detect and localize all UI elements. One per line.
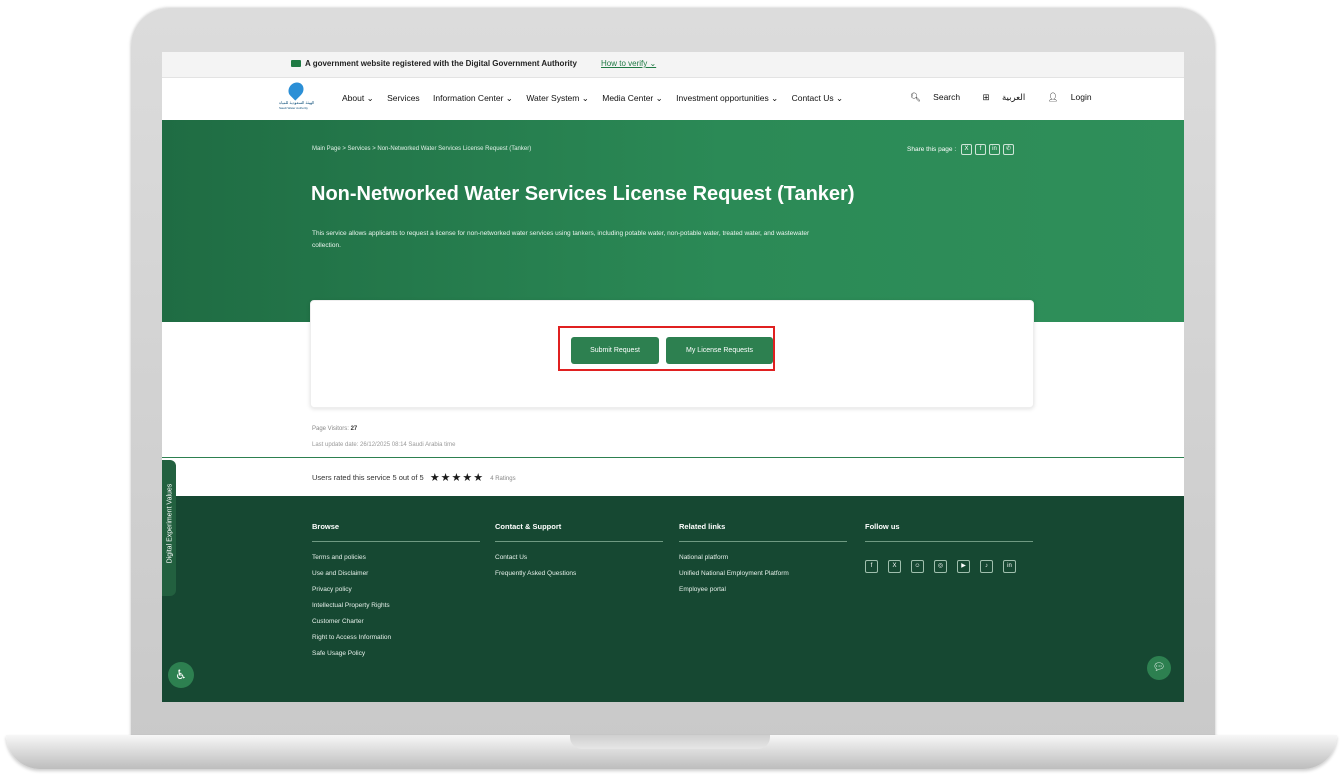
my-license-requests-button[interactable]: My License Requests — [666, 337, 773, 364]
footer-link-privacy[interactable]: Privacy policy — [312, 586, 480, 593]
share-bar: Share this page : Xf in ✆ — [907, 144, 1014, 155]
share-label: Share this page : — [907, 146, 957, 154]
nav-water-system[interactable]: Water System ⌄ — [526, 93, 589, 103]
page-visitors-value: 27 — [350, 426, 358, 432]
water-drop-icon — [285, 79, 307, 101]
nav-information-center[interactable]: Information Center ⌄ — [433, 93, 513, 103]
how-to-verify-link[interactable]: How to verify ⌄ — [601, 59, 656, 68]
actions-card: Submit Request My License Requests — [310, 300, 1034, 408]
footer-link-ip-rights[interactable]: Intellectual Property Rights — [312, 602, 480, 609]
section-divider — [162, 457, 1184, 458]
footer-related: Related links National platform Unified … — [679, 522, 847, 593]
side-tab-label: Digital Experiment Values — [166, 483, 174, 564]
search-label: Search — [933, 92, 961, 102]
main-nav: About ⌄ Services Information Center ⌄ Wa… — [342, 93, 854, 104]
facebook-icon[interactable]: f — [974, 144, 986, 155]
login-label: Login — [1070, 92, 1092, 102]
breadcrumb[interactable]: Main Page > Services > Non-Networked Wat… — [312, 146, 531, 152]
footer-contact-title: Contact & Support — [495, 522, 663, 542]
whatsapp-icon[interactable]: ✆ — [1002, 144, 1014, 155]
footer-link-disclaimer[interactable]: Use and Disclaimer — [312, 570, 480, 577]
chat-icon[interactable]: 💬︎ — [1147, 656, 1171, 680]
page-visitors: Page Visitors: 27 — [312, 426, 357, 432]
site-header: الهيئة السعودية للمياه Saudi Water Autho… — [162, 78, 1184, 120]
search-button[interactable]: 🔍︎ Search — [910, 92, 970, 102]
footer-link-right-to-access[interactable]: Right to Access Information — [312, 634, 480, 641]
user-icon: 👤︎ — [1047, 92, 1059, 102]
logo-text-arabic: الهيئة السعودية للمياه — [279, 100, 315, 105]
saudi-water-authority-logo[interactable]: الهيئة السعودية للمياه Saudi Water Autho… — [279, 79, 315, 115]
tiktok-icon[interactable]: ♪ — [980, 560, 993, 573]
translate-icon: ⊞ — [982, 92, 990, 102]
search-icon: 🔍︎ — [910, 92, 921, 102]
page-description: This service allows applicants to reques… — [312, 230, 810, 249]
footer-link-terms[interactable]: Terms and policies — [312, 554, 480, 561]
login-button[interactable]: 👤︎ Login — [1048, 92, 1102, 102]
page-visitors-label: Page Visitors: — [312, 426, 351, 432]
nav-media-center[interactable]: Media Center ⌄ — [602, 93, 663, 103]
rating-text: Users rated this service 5 out of 5 — [312, 473, 424, 482]
footer-link-safe-usage[interactable]: Safe Usage Policy — [312, 650, 480, 657]
header-tools: 🔍︎ Search ⊞ العربية 👤︎ Login — [910, 92, 1112, 103]
rating-stars[interactable]: ★★★★★ — [430, 472, 484, 484]
x-icon[interactable]: X — [960, 144, 972, 155]
rating-count: 4 Ratings — [490, 476, 516, 482]
footer-link-employee-portal[interactable]: Employee portal — [679, 586, 847, 593]
linkedin-icon[interactable]: in — [1003, 560, 1016, 573]
footer-browse-title: Browse — [312, 522, 480, 542]
youtube-icon[interactable]: ▶ — [957, 560, 970, 573]
last-update-date: Last update date: 26/12/2025 08:14 Saudi… — [312, 442, 456, 448]
page-title: Non-Networked Water Services License Req… — [311, 183, 855, 205]
submit-request-button[interactable]: Submit Request — [571, 337, 659, 364]
digital-experiment-tab[interactable]: Digital Experiment Values — [162, 460, 176, 596]
footer-link-national-platform[interactable]: National platform — [679, 554, 847, 561]
snapchat-icon[interactable]: ☺ — [911, 560, 924, 573]
nav-contact-us[interactable]: Contact Us ⌄ — [792, 93, 844, 103]
logo-text-english: Saudi Water Authority — [279, 106, 308, 110]
footer-contact: Contact & Support Contact Us Frequently … — [495, 522, 663, 577]
footer-link-customer-charter[interactable]: Customer Charter — [312, 618, 480, 625]
footer-related-title: Related links — [679, 522, 847, 542]
government-banner-text: A government website registered with the… — [305, 59, 577, 68]
laptop-notch — [570, 735, 770, 749]
footer-link-contact-us[interactable]: Contact Us — [495, 554, 663, 561]
nav-services[interactable]: Services — [387, 93, 420, 103]
service-rating: Users rated this service 5 out of 5 ★★★★… — [312, 471, 516, 484]
saudi-flag-icon — [291, 60, 301, 67]
footer-browse: Browse Terms and policies Use and Discla… — [312, 522, 480, 657]
nav-investment-opportunities[interactable]: Investment opportunities ⌄ — [676, 93, 778, 103]
footer-link-employment-platform[interactable]: Unified National Employment Platform — [679, 570, 847, 577]
facebook-icon[interactable]: f — [865, 560, 878, 573]
social-icons: f X ☺ ◎ ▶ ♪ in — [865, 554, 1033, 573]
accessibility-icon[interactable]: ♿︎ — [168, 662, 194, 688]
language-switch[interactable]: ⊞ العربية — [982, 92, 1035, 102]
footer-follow-title: Follow us — [865, 522, 1033, 542]
linkedin-icon[interactable]: in — [988, 144, 1000, 155]
footer-follow: Follow us f X ☺ ◎ ▶ ♪ in — [865, 522, 1033, 573]
government-banner: A government website registered with the… — [162, 52, 1184, 78]
instagram-icon[interactable]: ◎ — [934, 560, 947, 573]
language-label: العربية — [1001, 92, 1026, 102]
footer-link-faq[interactable]: Frequently Asked Questions — [495, 570, 663, 577]
x-icon[interactable]: X — [888, 560, 901, 573]
hero-banner: Main Page > Services > Non-Networked Wat… — [162, 120, 1184, 322]
site-footer: Browse Terms and policies Use and Discla… — [162, 496, 1184, 702]
nav-about[interactable]: About ⌄ — [342, 93, 374, 103]
browser-screen: A government website registered with the… — [162, 52, 1184, 702]
